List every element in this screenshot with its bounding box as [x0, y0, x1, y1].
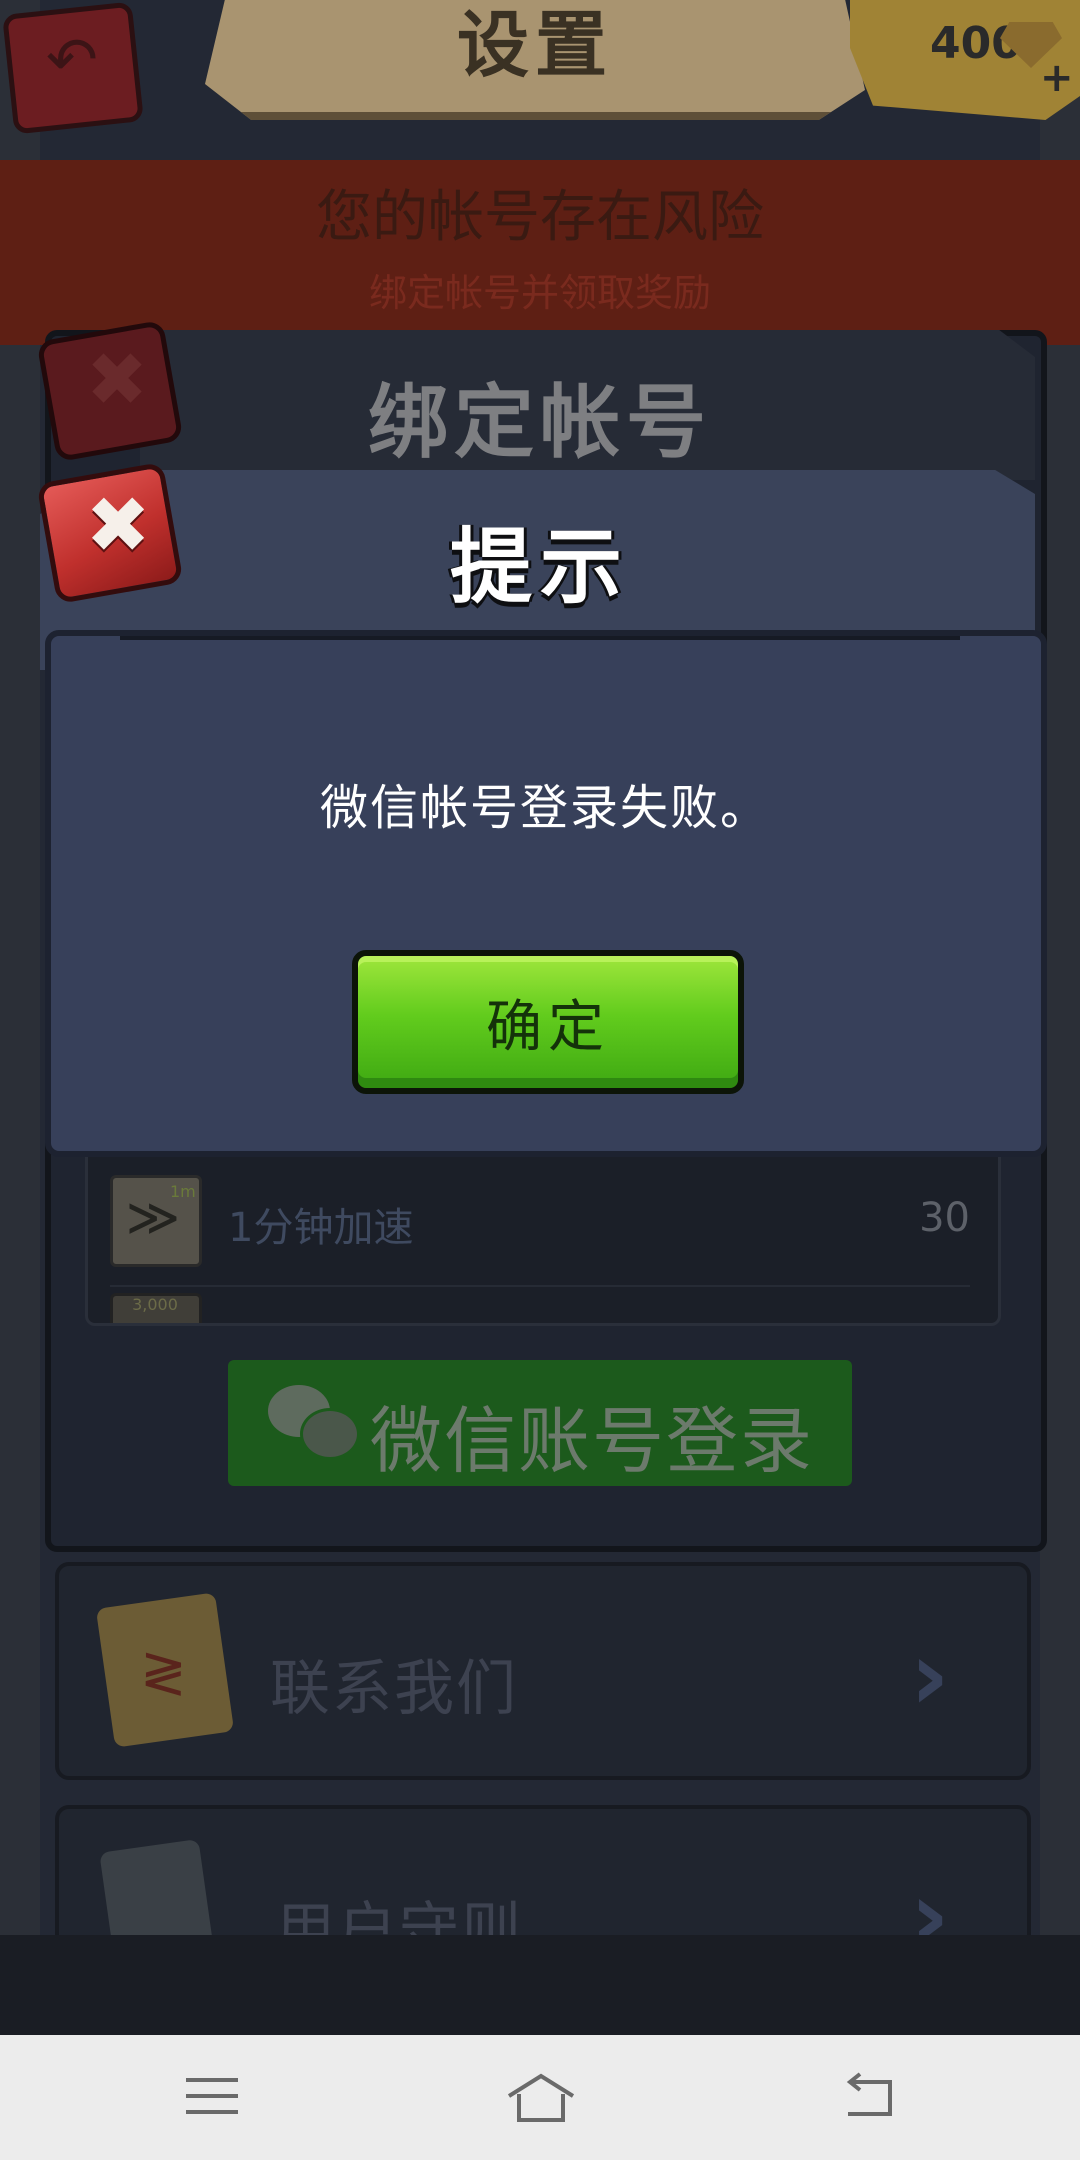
dialog-divider — [120, 636, 960, 640]
reward-divider — [110, 1285, 970, 1287]
add-gems-icon[interactable]: + — [1040, 55, 1074, 101]
chevron-right-icon: › — [910, 1620, 950, 1732]
dialog-title: 提示 — [449, 520, 630, 615]
risk-subtitle: 绑定帐号并领取奖励 — [368, 271, 711, 315]
wechat-icon-bubble — [300, 1408, 360, 1460]
reward-icon-tag: 3,000 — [132, 1295, 178, 1314]
home-icon[interactable] — [505, 2072, 577, 2124]
menu-icon[interactable] — [186, 2076, 238, 2116]
confirm-label: 确定 — [486, 995, 610, 1060]
page-title: 设置 — [456, 3, 613, 87]
back-arrow-icon: ↶ — [46, 23, 98, 96]
reward-quantity: 30 — [919, 1195, 970, 1241]
risk-title: 您的帐号存在风险 — [316, 185, 764, 250]
back-icon[interactable] — [840, 2072, 898, 2120]
dialog-message: 微信帐号登录失败。 — [319, 780, 770, 836]
close-icon: ✖ — [85, 337, 148, 423]
close-icon: ✖ — [85, 481, 151, 571]
contact-us-label: 联系我们 — [270, 1654, 518, 1724]
wechat-login-label: 微信账号登录 — [370, 1399, 815, 1483]
scroll-mark-icon: ≷ — [140, 1640, 187, 1705]
reward-list — [85, 1130, 1001, 1326]
reward-icon-tag: 1m — [170, 1182, 196, 1201]
reward-name: 1分钟加速 — [228, 1205, 414, 1251]
bind-account-title: 绑定帐号 — [368, 376, 712, 469]
bottom-rock-rim — [0, 1935, 1080, 2035]
